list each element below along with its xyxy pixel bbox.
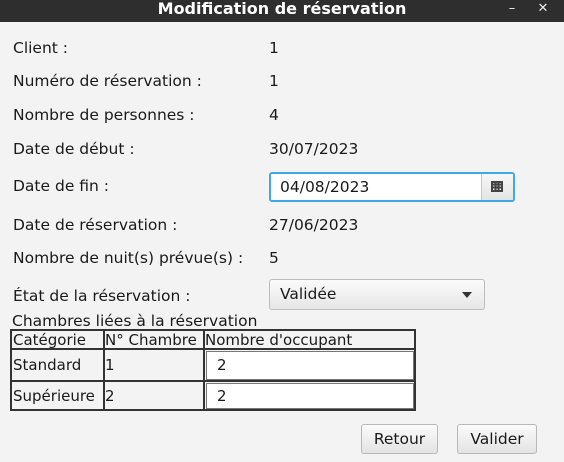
close-button[interactable]: ✕: [531, 0, 555, 18]
booking-date-label: Date de réservation :: [13, 216, 178, 234]
reservation-number-label: Numéro de réservation :: [13, 72, 202, 90]
rooms-grid: Catégorie N° Chambre Nombre d'occupant S…: [10, 329, 416, 411]
booking-date-value: 27/06/2023: [269, 216, 359, 234]
row-2-room: 2: [105, 387, 115, 405]
row-2-occupants-input[interactable]: 2: [206, 383, 414, 409]
client-label: Client :: [13, 39, 69, 57]
row-1-room: 1: [105, 356, 115, 374]
row-1-occupants-value: 2: [217, 356, 227, 374]
calendar-icon: [491, 181, 503, 192]
grid-divider: [12, 380, 414, 382]
chevron-down-icon: [462, 292, 472, 298]
status-label: État de la réservation :: [13, 287, 191, 305]
title-bar: Modification de réservation – ✕: [0, 0, 564, 22]
row-1-occupants-input[interactable]: 2: [206, 351, 414, 380]
row-2-category: Supérieure: [13, 387, 95, 405]
people-count-label: Nombre de personnes :: [13, 106, 195, 124]
status-selected-value: Validée: [280, 285, 337, 303]
nights-label: Nombre de nuit(s) prévue(s) :: [13, 249, 244, 267]
minimize-button[interactable]: –: [500, 0, 524, 18]
reservation-number-value: 1: [269, 72, 279, 90]
row-1-category: Standard: [13, 356, 82, 374]
end-date-input[interactable]: [271, 174, 483, 200]
people-count-value: 4: [269, 106, 279, 124]
end-date-label: Date de fin :: [13, 177, 110, 195]
window-title: Modification de réservation: [157, 0, 407, 18]
calendar-button[interactable]: [481, 174, 513, 200]
column-header-category: Catégorie: [13, 331, 87, 349]
client-value: 1: [269, 39, 279, 57]
end-date-picker[interactable]: [269, 172, 515, 202]
nights-value: 5: [269, 249, 279, 267]
column-header-room: N° Chambre: [105, 331, 197, 349]
validate-button[interactable]: Valider: [457, 424, 537, 454]
start-date-label: Date de début :: [13, 140, 135, 158]
back-button[interactable]: Retour: [361, 424, 438, 454]
status-select[interactable]: Validée: [269, 279, 485, 310]
start-date-value: 30/07/2023: [269, 140, 359, 158]
column-header-occupants: Nombre d'occupant: [205, 331, 353, 349]
row-2-occupants-value: 2: [217, 387, 227, 405]
form-panel: Client : 1 Numéro de réservation : 1 Nom…: [0, 22, 564, 462]
rooms-section-title: Chambres liées à la réservation: [12, 312, 258, 330]
